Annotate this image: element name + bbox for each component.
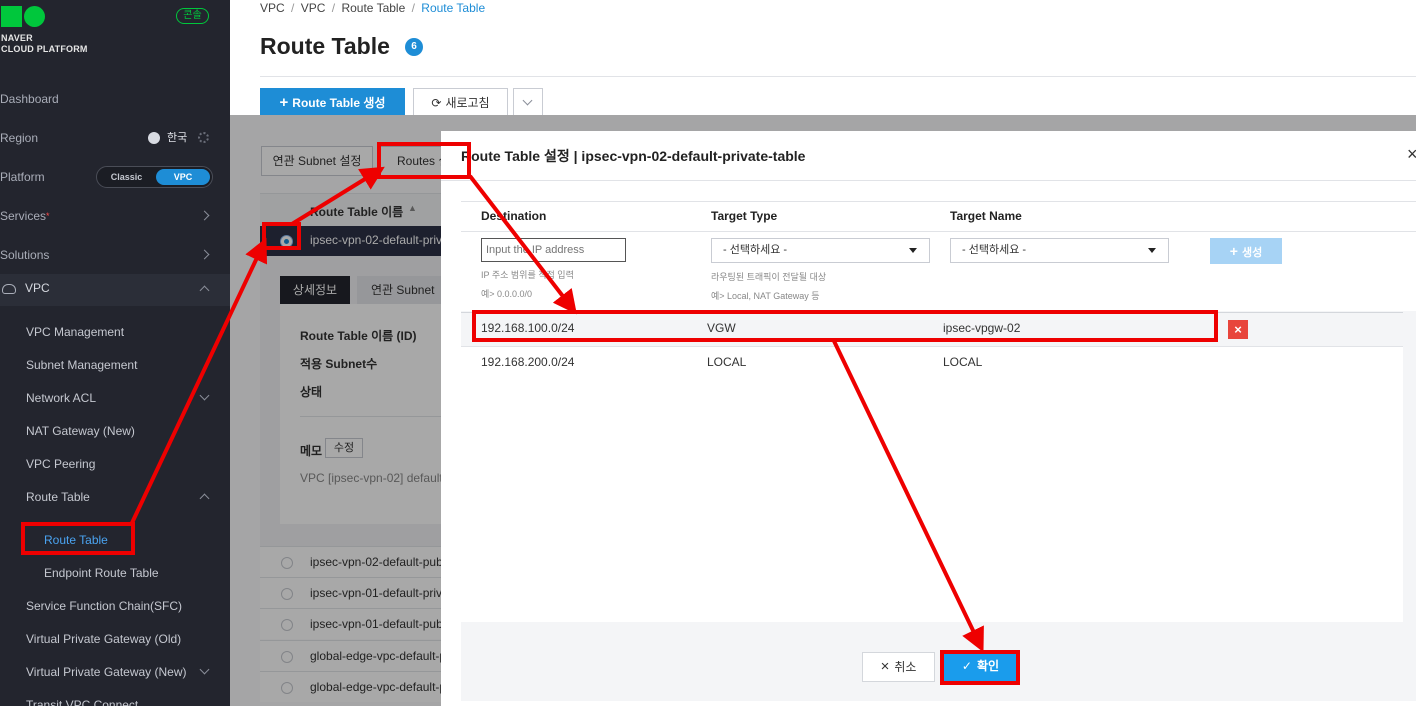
target-name-select[interactable]: - 선택하세요 - <box>950 238 1169 263</box>
route-target-name: LOCAL <box>943 355 983 369</box>
close-icon: × <box>880 658 890 675</box>
sidebar-item-network-acl[interactable]: Network ACL <box>26 390 96 406</box>
ncp-logo[interactable] <box>1 6 46 27</box>
add-route-button[interactable]: + 생성 <box>1210 238 1282 264</box>
chevron-up-icon <box>199 493 210 504</box>
route-settings-modal: Route Table 설정 | ipsec-vpn-02-default-pr… <box>441 131 1416 706</box>
target-type-header: Target Type <box>711 209 778 223</box>
check-icon: ✓ <box>961 659 972 673</box>
sidebar-item-route-table[interactable]: Route Table <box>44 532 108 548</box>
modal-title: Route Table 설정 | ipsec-vpn-02-default-pr… <box>461 148 806 164</box>
platform-toggle[interactable]: Classic VPC <box>96 166 213 188</box>
chevron-right-icon <box>199 249 210 260</box>
chevron-right-icon <box>199 210 210 221</box>
refresh-button[interactable]: ⟳ 새로고침 <box>413 88 508 118</box>
route-row[interactable]: 192.168.100.0/24 VGW ipsec-vpgw-02 <box>461 313 1403 345</box>
region-value: 한국 <box>167 132 188 144</box>
sidebar: NAVER CLOUD PLATFORM 콘솔 Dashboard Region… <box>0 0 230 706</box>
gear-icon[interactable] <box>198 132 209 143</box>
destination-header: Destination <box>481 209 547 223</box>
route-target-name: ipsec-vpgw-02 <box>943 321 1021 335</box>
dropdown-caret-icon <box>1148 248 1156 253</box>
breadcrumb-current: Route Table <box>421 1 486 15</box>
target-type-select[interactable]: - 선택하세요 - <box>711 238 930 263</box>
route-target-type: VGW <box>707 321 736 335</box>
console-badge[interactable]: 콘솔 <box>176 8 209 24</box>
delete-route-button[interactable]: × <box>1228 320 1248 339</box>
sidebar-section-vpc[interactable]: VPC <box>0 274 230 306</box>
header-divider <box>461 231 1416 232</box>
chevron-up-icon <box>199 285 210 296</box>
create-route-table-button[interactable]: + Route Table 생성 <box>260 88 405 118</box>
plus-icon: + <box>1229 243 1238 259</box>
destination-example: 예> 0.0.0.0/0 <box>481 289 533 299</box>
globe-icon <box>148 132 160 144</box>
sidebar-item-region[interactable]: Region 한국 <box>0 130 230 146</box>
platform-classic-option[interactable]: Classic <box>99 169 154 185</box>
destination-hint: IP 주소 범위를 직접 입력 <box>481 270 574 280</box>
sidebar-item-dashboard[interactable]: Dashboard <box>0 91 230 107</box>
route-destination: 192.168.100.0/24 <box>481 321 575 335</box>
logo-text: NAVER CLOUD PLATFORM <box>1 33 88 54</box>
dropdown-caret-icon <box>909 248 917 253</box>
target-type-example: 예> Local, NAT Gateway 등 <box>711 291 820 301</box>
count-badge: 6 <box>405 38 423 56</box>
sidebar-item-vpg-old[interactable]: Virtual Private Gateway (Old) <box>26 631 181 647</box>
sidebar-item-route-table-group[interactable]: Route Table <box>26 489 90 505</box>
breadcrumb-link[interactable]: VPC <box>260 1 285 15</box>
breadcrumb: VPC / VPC / Route Table / Route Table <box>260 1 486 15</box>
target-type-hint: 라우팅된 트래픽이 전달될 대상 <box>711 272 827 282</box>
destination-input[interactable] <box>481 238 626 262</box>
route-destination: 192.168.200.0/24 <box>481 355 575 369</box>
sidebar-item-vpg-new[interactable]: Virtual Private Gateway (New) <box>26 664 187 680</box>
modal-divider <box>441 180 1416 181</box>
routes-empty-area <box>461 376 1403 622</box>
plus-icon: + <box>279 94 289 111</box>
sidebar-item-vpc-management[interactable]: VPC Management <box>26 324 124 340</box>
confirm-button[interactable]: ✓ 확인 <box>944 651 1017 681</box>
sidebar-item-endpoint-route-table[interactable]: Endpoint Route Table <box>44 565 159 581</box>
sidebar-item-services[interactable]: Services* <box>0 208 230 224</box>
route-row[interactable]: 192.168.200.0/24 LOCAL LOCAL <box>461 346 1403 378</box>
title-divider <box>260 76 1416 77</box>
sidebar-item-solutions[interactable]: Solutions <box>0 247 230 263</box>
vpc-cloud-icon <box>2 284 16 294</box>
target-name-header: Target Name <box>950 209 1022 223</box>
route-target-type: LOCAL <box>707 355 747 369</box>
sidebar-item-subnet-management[interactable]: Subnet Management <box>26 357 137 373</box>
chevron-down-icon <box>199 390 210 401</box>
sidebar-item-vpc-peering[interactable]: VPC Peering <box>26 456 95 472</box>
cancel-button[interactable]: × 취소 <box>862 652 935 682</box>
breadcrumb-link[interactable]: VPC <box>301 1 326 15</box>
breadcrumb-link[interactable]: Route Table <box>341 1 405 15</box>
page-title: Route Table <box>260 33 390 59</box>
sidebar-item-nat-gateway[interactable]: NAT Gateway (New) <box>26 423 135 439</box>
close-icon[interactable]: × <box>1407 144 1416 165</box>
close-icon: × <box>1234 322 1242 337</box>
new-marker: * <box>46 211 50 221</box>
sidebar-item-transit-vpc[interactable]: Transit VPC Connect <box>26 697 138 706</box>
more-options-button[interactable] <box>513 88 543 118</box>
chevron-down-icon <box>522 95 533 106</box>
sidebar-item-sfc[interactable]: Service Function Chain(SFC) <box>26 598 182 614</box>
chevron-down-icon <box>199 664 210 675</box>
platform-vpc-option[interactable]: VPC <box>156 169 210 185</box>
refresh-icon: ⟳ <box>431 96 442 110</box>
